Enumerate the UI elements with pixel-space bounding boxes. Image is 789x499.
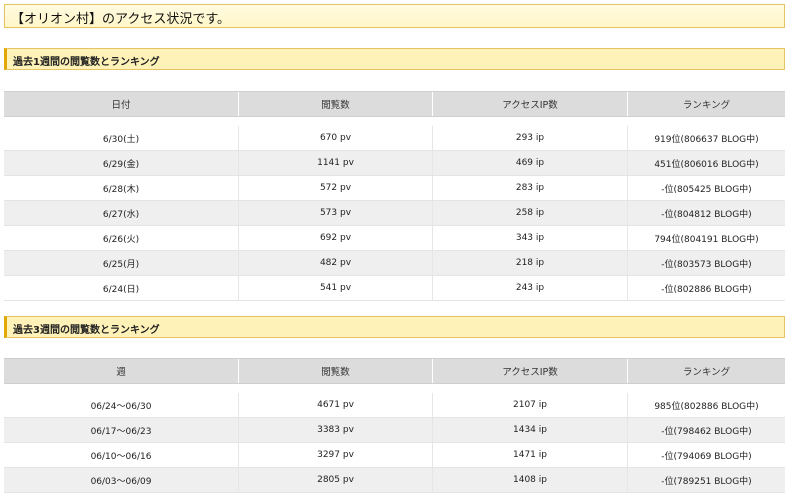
column-header-ip-count: アクセスIP数 (433, 359, 628, 383)
table-row: 6/27(水) 573 pv 258 ip -位(804812 BLOG中) (4, 201, 785, 226)
ip-cell: 258 ip (433, 201, 628, 225)
date-cell: 6/25(月) (4, 251, 239, 275)
ip-cell: 1408 ip (433, 468, 628, 492)
column-header-week: 週 (4, 359, 239, 383)
date-cell: 6/30(土) (4, 126, 239, 150)
ip-cell: 283 ip (433, 176, 628, 200)
ranking-cell: 985位(802886 BLOG中) (654, 401, 759, 412)
column-header-views: 閲覧数 (239, 92, 433, 116)
week-cell: 06/03〜06/09 (4, 468, 239, 492)
ip-cell: 1434 ip (433, 418, 628, 442)
ranking-cell: -位(805425 BLOG中) (661, 184, 752, 195)
ip-cell: 343 ip (433, 226, 628, 250)
weekly-table-header: 日付 閲覧数 アクセスIP数 ランキング (4, 91, 785, 117)
ranking-cell: -位(798462 BLOG中) (661, 426, 752, 437)
ip-cell: 2107 ip (433, 393, 628, 417)
views-cell: 572 pv (239, 176, 433, 200)
views-cell: 573 pv (239, 201, 433, 225)
three-week-access-table: 週 閲覧数 アクセスIP数 ランキング 06/24〜06/30 4671 pv … (4, 358, 785, 493)
views-cell: 1141 pv (239, 151, 433, 175)
weekly-section-title: 過去1週間の閲覧数とランキング (13, 57, 160, 68)
views-cell: 692 pv (239, 226, 433, 250)
column-header-views: 閲覧数 (239, 359, 433, 383)
three-week-section-title: 過去3週間の閲覧数とランキング (13, 325, 160, 336)
table-row: 06/24〜06/30 4671 pv 2107 ip 985位(802886 … (4, 393, 785, 418)
table-row: 6/30(土) 670 pv 293 ip 919位(806637 BLOG中) (4, 126, 785, 151)
table-row: 6/25(月) 482 pv 218 ip -位(803573 BLOG中) (4, 251, 785, 276)
ranking-cell: 451位(806016 BLOG中) (654, 159, 759, 170)
table-row: 06/17〜06/23 3383 pv 1434 ip -位(798462 BL… (4, 418, 785, 443)
date-cell: 6/28(木) (4, 176, 239, 200)
three-week-section-header: 過去3週間の閲覧数とランキング (4, 316, 785, 338)
three-week-table-header: 週 閲覧数 アクセスIP数 ランキング (4, 358, 785, 384)
views-cell: 541 pv (239, 276, 433, 300)
weekly-access-table: 日付 閲覧数 アクセスIP数 ランキング 6/30(土) 670 pv 293 … (4, 91, 785, 301)
date-cell: 6/24(日) (4, 276, 239, 300)
ranking-cell: -位(802886 BLOG中) (661, 284, 752, 295)
views-cell: 3383 pv (239, 418, 433, 442)
table-row: 6/28(木) 572 pv 283 ip -位(805425 BLOG中) (4, 176, 785, 201)
views-cell: 4671 pv (239, 393, 433, 417)
ranking-cell: -位(794069 BLOG中) (661, 451, 752, 462)
views-cell: 2805 pv (239, 468, 433, 492)
ranking-cell: -位(803573 BLOG中) (661, 259, 752, 270)
table-row: 06/10〜06/16 3297 pv 1471 ip -位(794069 BL… (4, 443, 785, 468)
table-row: 6/29(金) 1141 pv 469 ip 451位(806016 BLOG中… (4, 151, 785, 176)
ip-cell: 1471 ip (433, 443, 628, 467)
column-header-date: 日付 (4, 92, 239, 116)
ranking-cell: 919位(806637 BLOG中) (654, 134, 759, 145)
views-cell: 3297 pv (239, 443, 433, 467)
ranking-cell: -位(804812 BLOG中) (661, 209, 752, 220)
page-title: 【オリオン村】のアクセス状況です。 (11, 12, 231, 27)
table-row: 6/26(火) 692 pv 343 ip 794位(804191 BLOG中) (4, 226, 785, 251)
column-header-ranking: ランキング (682, 100, 731, 111)
date-cell: 6/29(金) (4, 151, 239, 175)
column-header-ip-count: アクセスIP数 (433, 92, 628, 116)
ip-cell: 218 ip (433, 251, 628, 275)
views-cell: 482 pv (239, 251, 433, 275)
views-cell: 670 pv (239, 126, 433, 150)
ip-cell: 243 ip (433, 276, 628, 300)
week-cell: 06/17〜06/23 (4, 418, 239, 442)
ip-cell: 293 ip (433, 126, 628, 150)
table-row: 6/24(日) 541 pv 243 ip -位(802886 BLOG中) (4, 276, 785, 301)
date-cell: 6/27(水) (4, 201, 239, 225)
table-row: 06/03〜06/09 2805 pv 1408 ip -位(789251 BL… (4, 468, 785, 493)
ranking-cell: -位(789251 BLOG中) (661, 476, 752, 487)
ip-cell: 469 ip (433, 151, 628, 175)
date-cell: 6/26(火) (4, 226, 239, 250)
ranking-cell: 794位(804191 BLOG中) (654, 234, 759, 245)
weekly-section-header: 過去1週間の閲覧数とランキング (4, 48, 785, 70)
week-cell: 06/24〜06/30 (4, 393, 239, 417)
page-title-bar: 【オリオン村】のアクセス状況です。 (4, 4, 785, 28)
week-cell: 06/10〜06/16 (4, 443, 239, 467)
column-header-ranking: ランキング (682, 367, 731, 378)
